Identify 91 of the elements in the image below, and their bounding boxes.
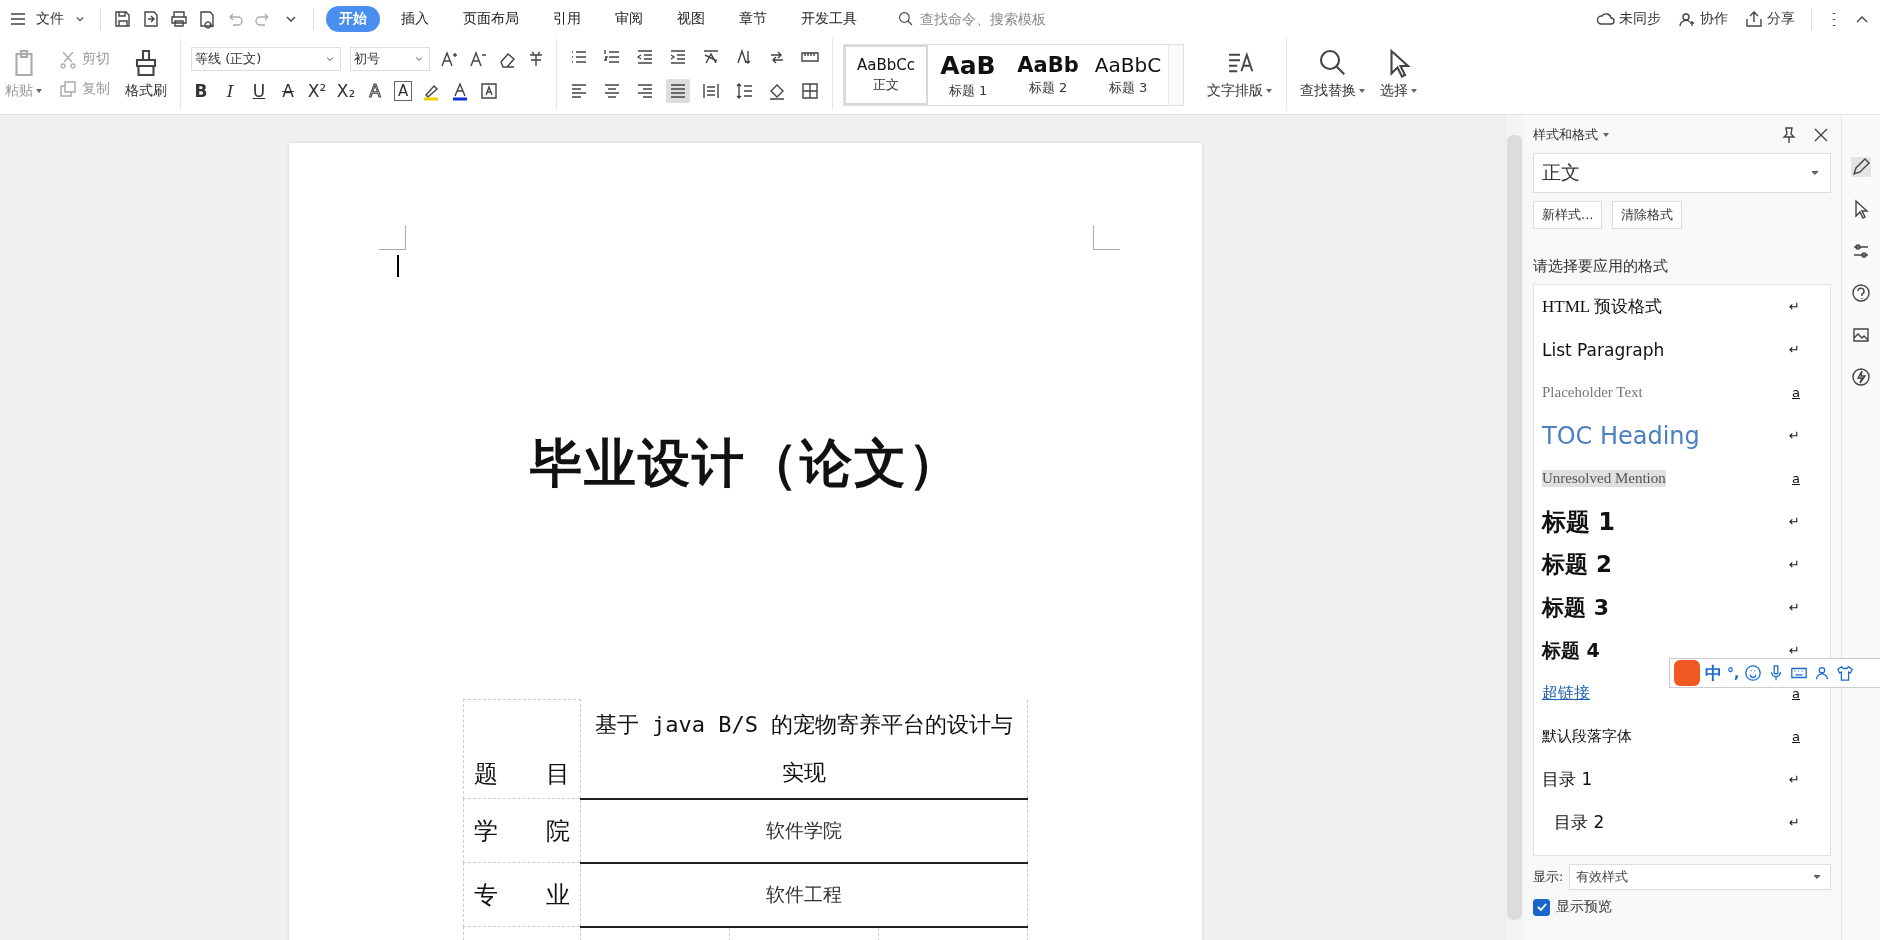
ime-mode-toggle[interactable]: 中: [1705, 661, 1722, 685]
current-style-dropdown[interactable]: 正文: [1533, 153, 1831, 193]
sliders-icon[interactable]: [1851, 241, 1871, 261]
scissors-icon: [58, 49, 78, 69]
ribbon-tab[interactable]: 引用: [540, 6, 594, 32]
font-size-dropdown[interactable]: 初号: [350, 47, 430, 71]
ribbon-tab[interactable]: 视图: [664, 6, 718, 32]
ribbon-tab[interactable]: 审阅: [602, 6, 656, 32]
ribbon-tab[interactable]: 页面布局: [450, 6, 532, 32]
help-icon[interactable]: [1851, 283, 1871, 303]
style-list-item[interactable]: HTML 预设格式 ↵: [1542, 285, 1800, 328]
checkmark-icon: [1535, 901, 1548, 913]
toolbar-action-button[interactable]: 分享: [1740, 9, 1799, 29]
font-family-dropdown[interactable]: 等线 (正文): [191, 47, 341, 71]
export-icon[interactable]: [141, 9, 161, 29]
table-cell: 基于 java B/S 的宠物寄养平台的设计与实现: [580, 699, 1028, 799]
style-list-item[interactable]: Placeholder Text a: [1542, 371, 1800, 414]
save-icon[interactable]: [113, 9, 133, 29]
style-list-item[interactable]: TOC Heading ↵: [1542, 414, 1800, 457]
style-list-item[interactable]: 目录 1 ↵: [1542, 758, 1800, 801]
search-icon: [1318, 48, 1348, 78]
preview-checkbox-label[interactable]: 显示预览: [1556, 898, 1612, 916]
justify-icon[interactable]: [666, 79, 690, 103]
print-preview-icon[interactable]: [197, 9, 217, 29]
ime-logo-icon[interactable]: [1674, 660, 1700, 686]
caret-icon[interactable]: [1602, 131, 1610, 139]
vertical-scrollbar[interactable]: [1505, 115, 1523, 940]
caret-icon: [1358, 87, 1366, 95]
style-gallery-item[interactable]: AaBb 标题 2: [1008, 45, 1088, 105]
style-gallery-item[interactable]: AaBbCc 正文: [844, 45, 928, 105]
style-list-item[interactable]: 标题 3 ↵: [1542, 586, 1800, 629]
format-button[interactable]: A: [278, 81, 298, 101]
char-border-icon[interactable]: [479, 81, 500, 101]
style-gallery-item[interactable]: AaB 标题 1: [928, 45, 1008, 105]
format-button[interactable]: B: [191, 81, 211, 101]
format-button[interactable]: A: [365, 81, 385, 101]
ribbon-tab[interactable]: 开发工具: [788, 6, 870, 32]
style-list-item[interactable]: 标题 2 ↵: [1542, 543, 1800, 586]
format-painter-button[interactable]: 格式刷: [122, 46, 170, 102]
table-cell: 软件工程: [580, 862, 1028, 927]
format-button[interactable]: X²: [307, 81, 327, 101]
text-cursor: [397, 255, 399, 277]
text-layout-button[interactable]: 文字排版: [1204, 46, 1276, 102]
smiley-icon[interactable]: [1744, 664, 1763, 682]
style-list-item[interactable]: 默认段落字体 a: [1542, 715, 1800, 758]
table-cell: 软件学院: [580, 798, 1028, 863]
caret-icon: [35, 87, 43, 95]
style-list-item[interactable]: 标题 1 ↵: [1542, 500, 1800, 543]
style-list-prompt: 请选择要应用的格式: [1533, 257, 1669, 276]
clear-format-button[interactable]: 清除格式: [1612, 201, 1683, 229]
style-list-item[interactable]: List Paragraph ↵: [1542, 328, 1800, 371]
select-button[interactable]: 选择: [1377, 46, 1421, 102]
share-icon: [1744, 9, 1764, 29]
panel-title[interactable]: 样式和格式: [1533, 126, 1598, 144]
margin-corner-mark: [379, 225, 406, 250]
caret-icon: [1410, 87, 1418, 95]
new-style-button[interactable]: 新样式...: [1533, 201, 1603, 229]
lightning-icon[interactable]: [1851, 367, 1871, 387]
shirt-icon[interactable]: [1836, 664, 1855, 682]
gallery-scrollbar[interactable]: [1168, 45, 1183, 105]
image-icon[interactable]: [1851, 325, 1871, 345]
shrink-font-icon[interactable]: [468, 49, 488, 69]
ribbon-tab[interactable]: 插入: [388, 6, 442, 32]
toolbar-action-button[interactable]: 协作: [1673, 9, 1732, 29]
caret-icon: [1265, 87, 1273, 95]
margin-corner-mark: [1093, 225, 1120, 250]
format-button[interactable]: I: [220, 81, 240, 101]
table-label: 学 院: [463, 798, 581, 863]
preview-checkbox[interactable]: [1533, 898, 1550, 916]
style-list-item[interactable]: 目录 2 ↵: [1542, 801, 1800, 844]
pen-icon[interactable]: [1851, 157, 1871, 177]
table-label: 题 目: [463, 699, 581, 799]
search-icon: [898, 11, 914, 27]
copy-icon: [58, 79, 78, 99]
show-label: 显示:: [1533, 868, 1564, 886]
find-replace-button[interactable]: 查找替换: [1297, 46, 1369, 102]
format-button[interactable]: X₂: [336, 81, 356, 101]
ime-punctuation-toggle[interactable]: °,: [1727, 665, 1740, 681]
show-filter-dropdown[interactable]: 有效样式: [1569, 864, 1831, 890]
command-search-field[interactable]: 查找命令、搜索模板: [898, 10, 1102, 28]
format-button[interactable]: U: [249, 81, 269, 101]
toolbar-action-button[interactable]: 未同步: [1592, 9, 1665, 29]
file-menu[interactable]: 文件: [36, 10, 64, 28]
style-list-item[interactable]: Unresolved Mention a: [1542, 457, 1800, 500]
ribbon-tab[interactable]: 章节: [726, 6, 780, 32]
document-title: 毕业设计（论文）: [528, 431, 963, 495]
grow-font-icon[interactable]: [439, 49, 459, 69]
table-label: 专 业: [463, 862, 581, 927]
print-icon[interactable]: [169, 9, 189, 29]
format-button[interactable]: A: [394, 81, 413, 101]
style-gallery-item[interactable]: AaBbC 标题 3: [1088, 45, 1168, 105]
